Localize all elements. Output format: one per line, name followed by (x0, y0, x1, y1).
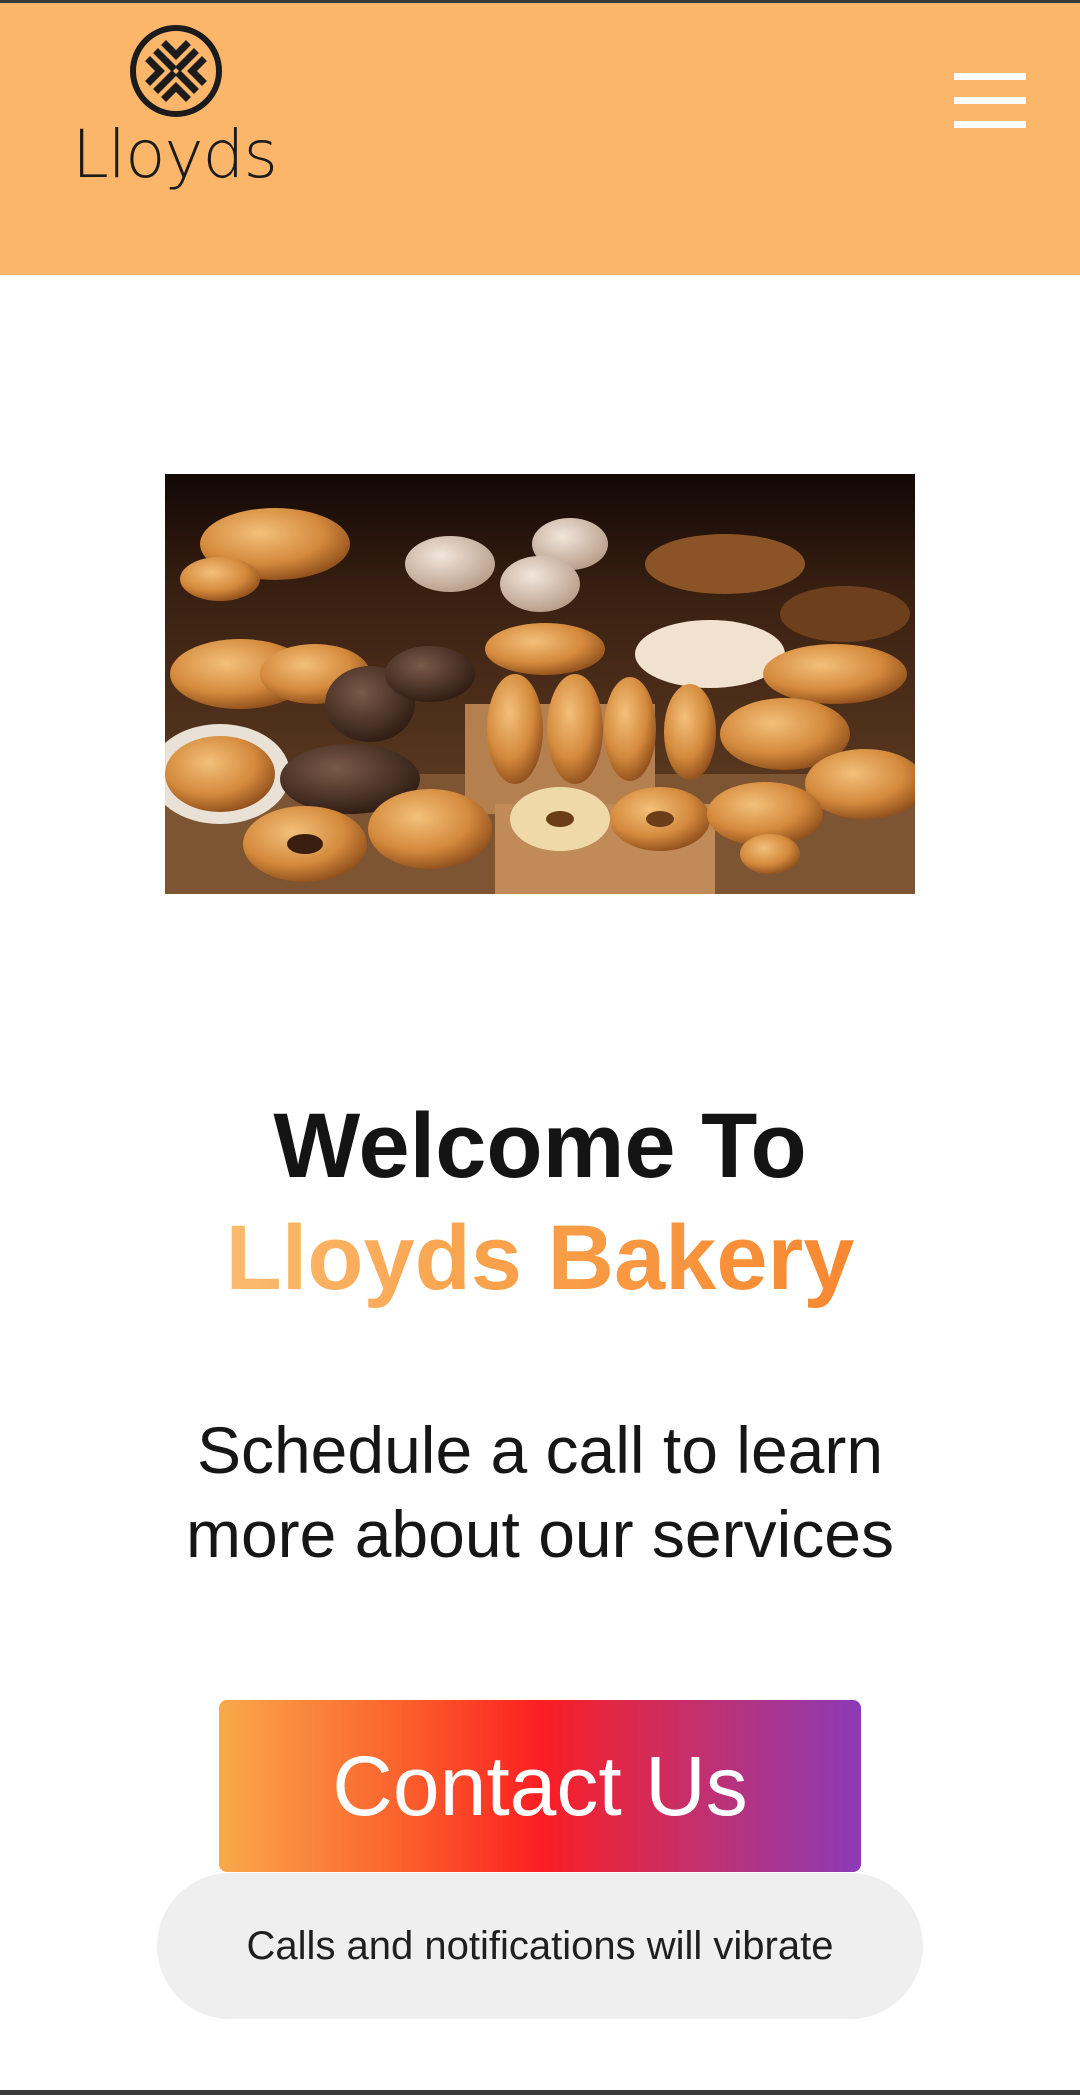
welcome-headline: Welcome To Lloyds Bakery (0, 1090, 1080, 1314)
contact-us-button[interactable]: Contact Us (219, 1700, 861, 1872)
site-header: Lloyds (0, 3, 1080, 275)
page: Lloyds Welcome To Lloyds Bakery Schedule… (0, 0, 1080, 2095)
hamburger-menu-icon[interactable] (948, 69, 1030, 131)
bottom-edge (0, 2090, 1080, 2095)
toast-message: Calls and notifications will vibrate (246, 1923, 834, 1968)
schedule-call-subtitle: Schedule a call to learn more about our … (186, 1413, 894, 1571)
brand-name: Lloyds (72, 116, 278, 193)
headline-brand-name: Lloyds Bakery (0, 1202, 1080, 1314)
bakery-pastries-image (165, 474, 915, 894)
logo-mark-icon (130, 25, 222, 117)
headline-line-1: Welcome To (273, 1095, 807, 1197)
vibrate-notification-toast: Calls and notifications will vibrate (157, 1873, 923, 2019)
brand-logo[interactable]: Lloyds (72, 23, 282, 203)
